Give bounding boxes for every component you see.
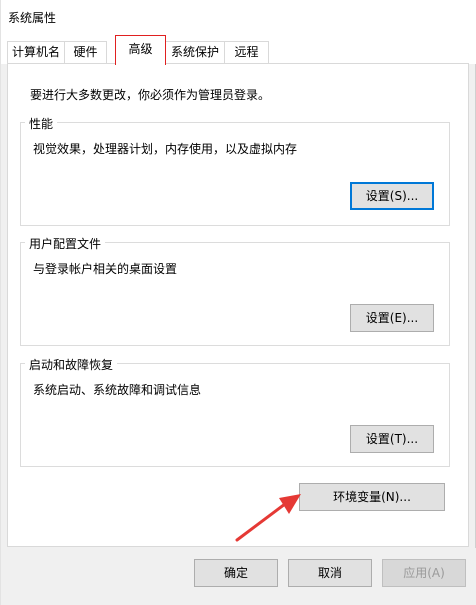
apply-button[interactable]: 应用(A) xyxy=(382,559,466,587)
environment-variables-button[interactable]: 环境变量(N)... xyxy=(299,483,445,511)
startup-recovery-desc: 系统启动、系统故障和调试信息 xyxy=(33,383,202,397)
cancel-button[interactable]: 取消 xyxy=(288,559,372,587)
arrow-icon xyxy=(235,494,301,542)
tab-strip: 计算机名 硬件 高级 系统保护 远程 xyxy=(1,34,476,65)
window-title: 系统属性 xyxy=(8,11,57,25)
performance-settings-button[interactable]: 设置(S)... xyxy=(350,182,434,210)
tab-remote[interactable]: 远程 xyxy=(224,41,269,63)
user-profiles-settings-button[interactable]: 设置(E)... xyxy=(350,304,434,332)
tab-system-protection[interactable]: 系统保护 xyxy=(165,41,225,63)
startup-recovery-title: 启动和故障恢复 xyxy=(25,356,118,373)
user-profiles-title: 用户配置文件 xyxy=(25,235,106,252)
admin-note: 要进行大多数更改，你必须作为管理员登录。 xyxy=(30,88,271,102)
performance-title: 性能 xyxy=(25,115,58,132)
advanced-panel: 要进行大多数更改，你必须作为管理员登录。 性能 视觉效果，处理器计划，内存使用，… xyxy=(7,63,469,547)
system-properties-window: 系统属性 计算机名 硬件 高级 系统保护 远程 要进行大多数更改，你必须作为管理… xyxy=(0,0,476,605)
ok-button[interactable]: 确定 xyxy=(194,559,278,587)
startup-recovery-group: 启动和故障恢复 系统启动、系统故障和调试信息 设置(T)... xyxy=(20,356,450,467)
title-bar: 系统属性 xyxy=(1,0,476,34)
dialog-footer: 确定 取消 应用(A) xyxy=(1,548,476,605)
tab-advanced[interactable]: 高级 xyxy=(115,35,166,65)
tab-computer-name[interactable]: 计算机名 xyxy=(7,41,65,63)
user-profiles-desc: 与登录帐户相关的桌面设置 xyxy=(33,262,178,276)
user-profiles-group: 用户配置文件 与登录帐户相关的桌面设置 设置(E)... xyxy=(20,235,450,346)
tab-hardware[interactable]: 硬件 xyxy=(64,41,107,63)
startup-recovery-settings-button[interactable]: 设置(T)... xyxy=(350,425,434,453)
performance-desc: 视觉效果，处理器计划，内存使用，以及虚拟内存 xyxy=(33,142,298,156)
performance-group: 性能 视觉效果，处理器计划，内存使用，以及虚拟内存 设置(S)... xyxy=(20,115,450,226)
